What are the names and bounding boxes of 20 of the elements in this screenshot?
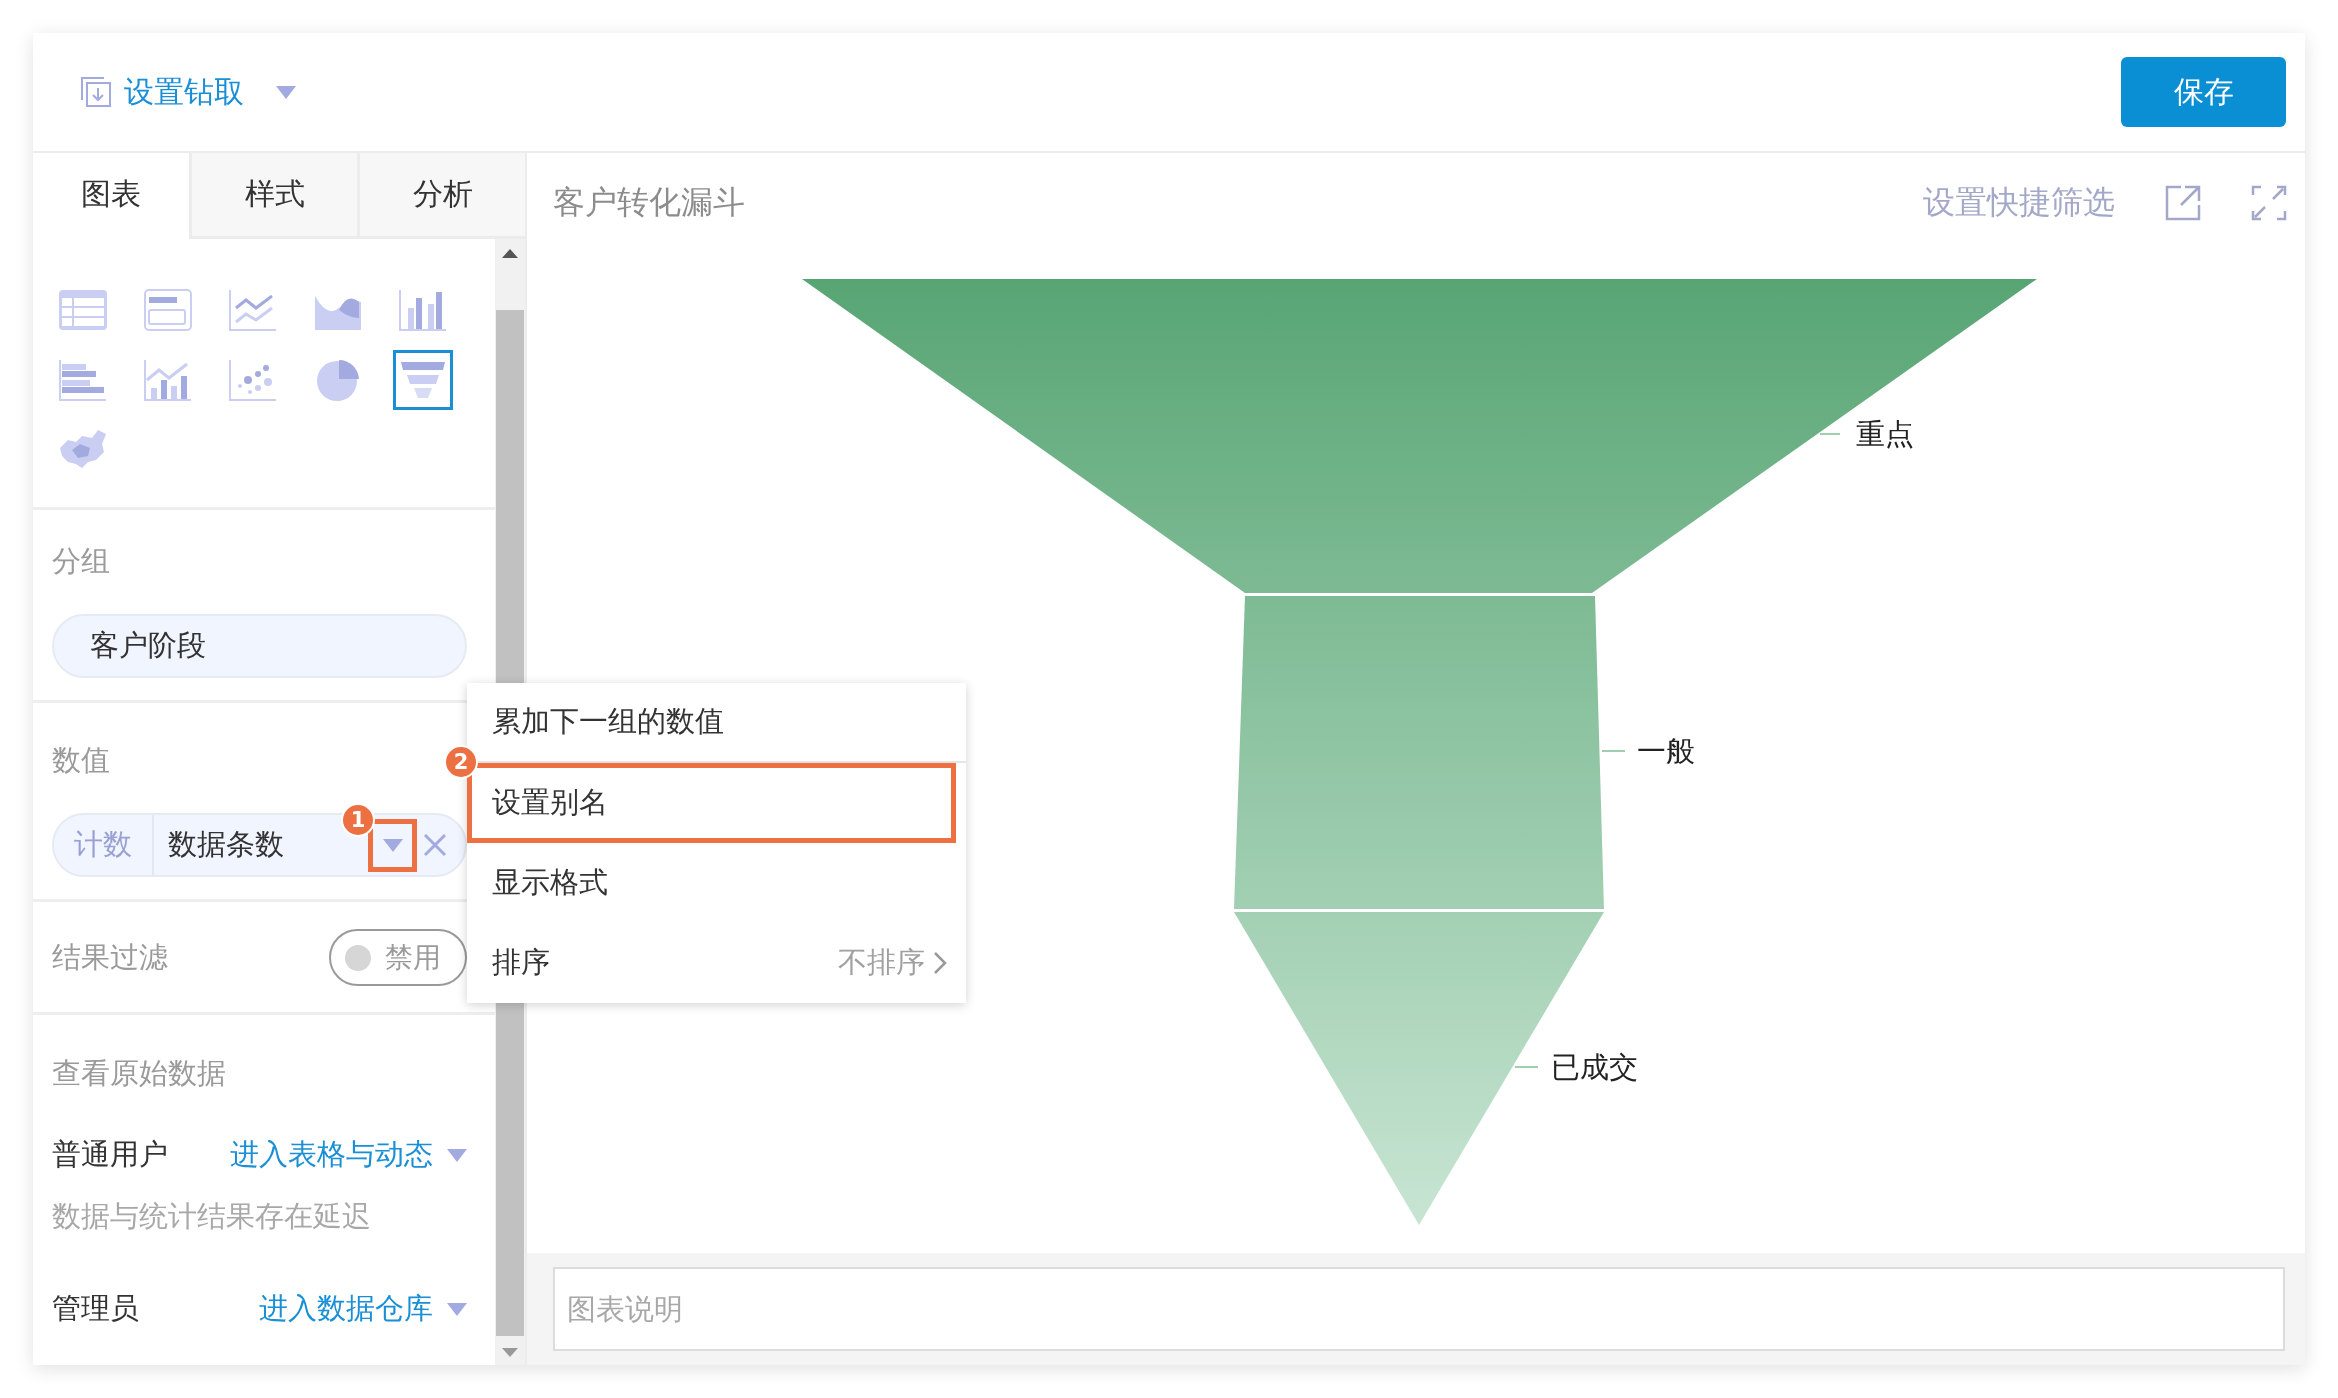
- step-badge: 2: [444, 745, 478, 779]
- section-label: 分组: [52, 543, 111, 580]
- menu-item-label: 排序: [492, 944, 550, 981]
- hint-text: 数据与统计结果存在延迟: [52, 1198, 372, 1235]
- chart-title: 客户转化漏斗: [553, 182, 746, 223]
- section-label: 查看原始数据: [52, 1055, 227, 1092]
- menu-item-label: 显示格式: [492, 864, 608, 901]
- menu-item-label: 设置别名: [492, 784, 608, 821]
- step-badge: 1: [341, 803, 375, 837]
- menu-item-value: 不排序: [838, 944, 925, 981]
- stage-label: 一般: [1637, 734, 1695, 768]
- field-name: 数据条数: [167, 826, 285, 863]
- field-name: 客户阶段: [89, 627, 206, 664]
- section-label: 数值: [52, 742, 110, 779]
- stage-label: 重点: [1856, 417, 1914, 451]
- menu-item-label: 累加下一组的数值: [492, 703, 724, 740]
- setting-label: 结果过滤: [52, 938, 168, 976]
- role-label: 管理员: [52, 1290, 139, 1327]
- role-label: 普通用户: [52, 1136, 168, 1173]
- stage-label: 已成交: [1551, 1050, 1638, 1084]
